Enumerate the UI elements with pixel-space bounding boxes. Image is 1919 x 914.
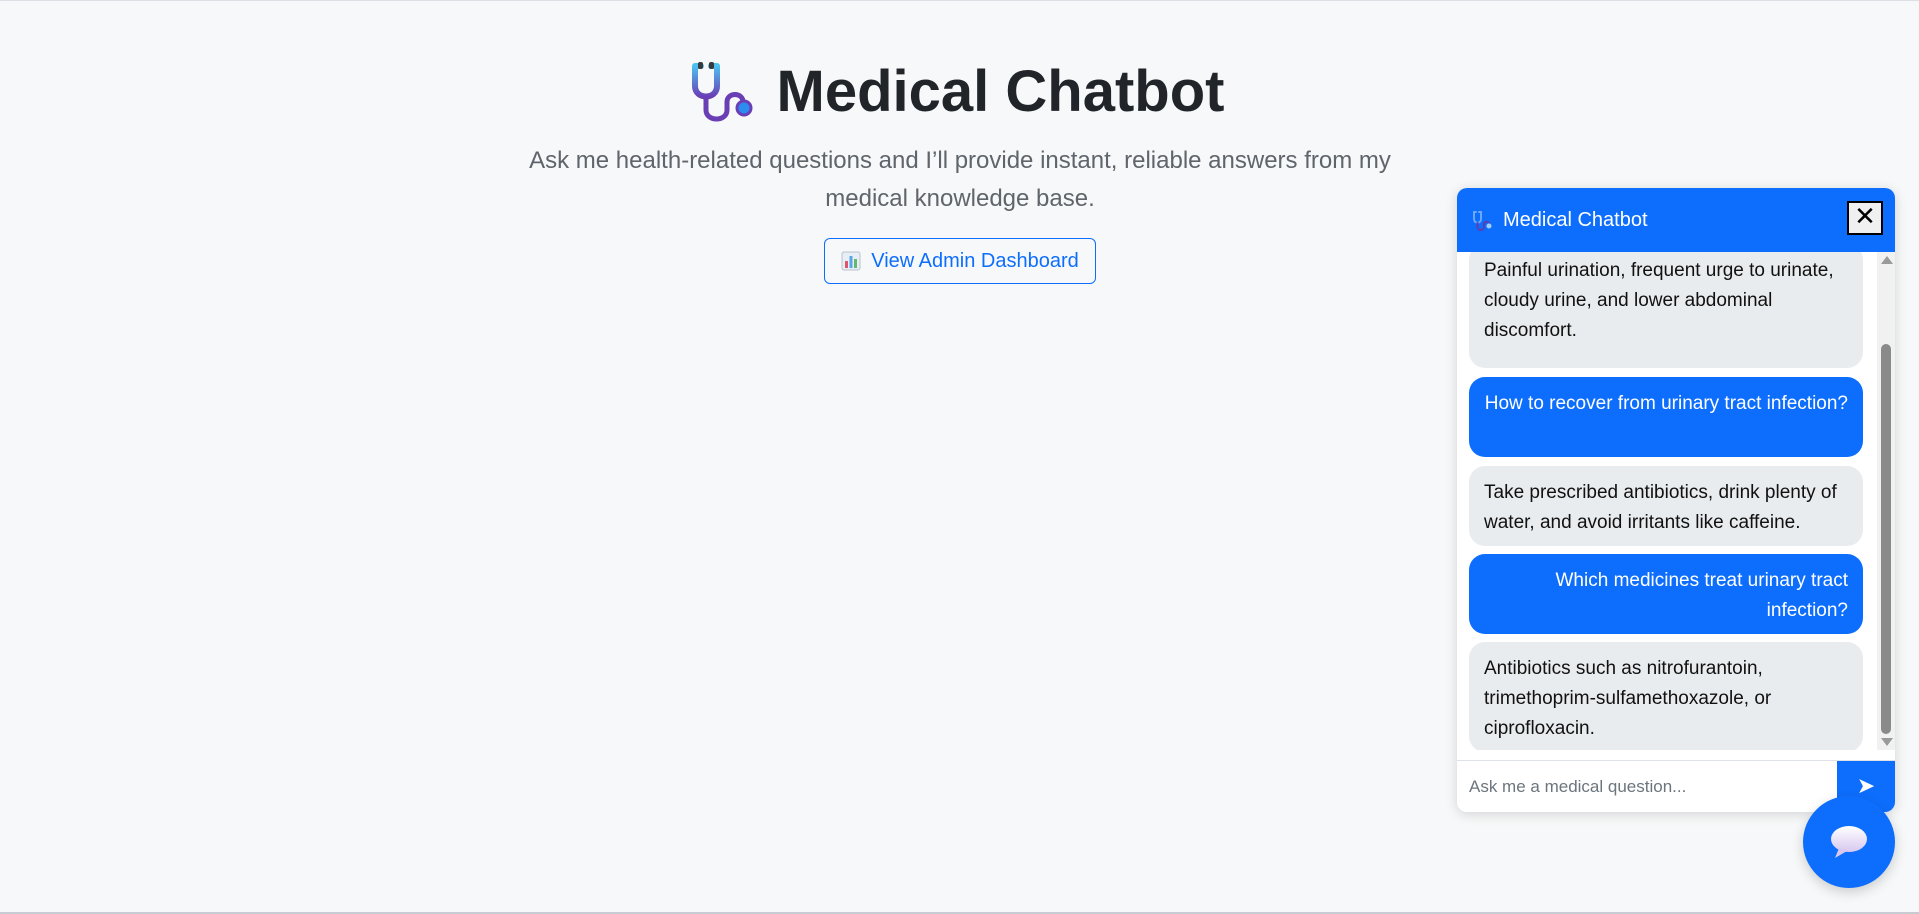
stethoscope-icon: [691, 62, 753, 122]
bar-chart-icon: [841, 251, 861, 271]
page-subtitle: Ask me health-related questions and I’ll…: [529, 147, 1391, 212]
view-admin-dashboard-button[interactable]: View Admin Dashboard: [824, 238, 1096, 284]
user-message: Which medicines treat urinary tract infe…: [1469, 554, 1863, 634]
top-border: [0, 0, 1919, 1]
chat-message-input[interactable]: [1457, 761, 1837, 812]
title-row: Medical Chatbot: [0, 60, 1919, 124]
bot-message: Painful urination, frequent urge to urin…: [1469, 252, 1863, 368]
chat-header-title: Medical Chatbot: [1503, 209, 1648, 231]
admin-button-label: View Admin Dashboard: [871, 249, 1079, 272]
user-message: How to recover from urinary tract infect…: [1469, 377, 1863, 457]
chat-header: Medical Chatbot ✕: [1457, 188, 1895, 252]
scroll-thumb[interactable]: [1881, 344, 1891, 734]
close-chat-button[interactable]: ✕: [1847, 201, 1883, 235]
stethoscope-icon: [1473, 211, 1492, 231]
bot-message: Antibiotics such as nitrofurantoin, trim…: [1469, 642, 1863, 750]
chat-window: Medical Chatbot ✕ Painful urination, fre…: [1457, 188, 1895, 812]
speech-bubble-icon: [1831, 826, 1867, 858]
chat-toggle-button[interactable]: [1803, 796, 1895, 888]
chat-messages[interactable]: Painful urination, frequent urge to urin…: [1457, 252, 1895, 750]
send-arrow-icon: ➤: [1856, 774, 1876, 799]
scroll-up-arrow-icon[interactable]: [1881, 256, 1893, 264]
page-title: Medical Chatbot: [776, 59, 1225, 124]
bot-message: Take prescribed antibiotics, drink plent…: [1469, 466, 1863, 546]
scroll-down-arrow-icon[interactable]: [1881, 738, 1893, 746]
chat-scrollbar[interactable]: [1877, 252, 1895, 750]
